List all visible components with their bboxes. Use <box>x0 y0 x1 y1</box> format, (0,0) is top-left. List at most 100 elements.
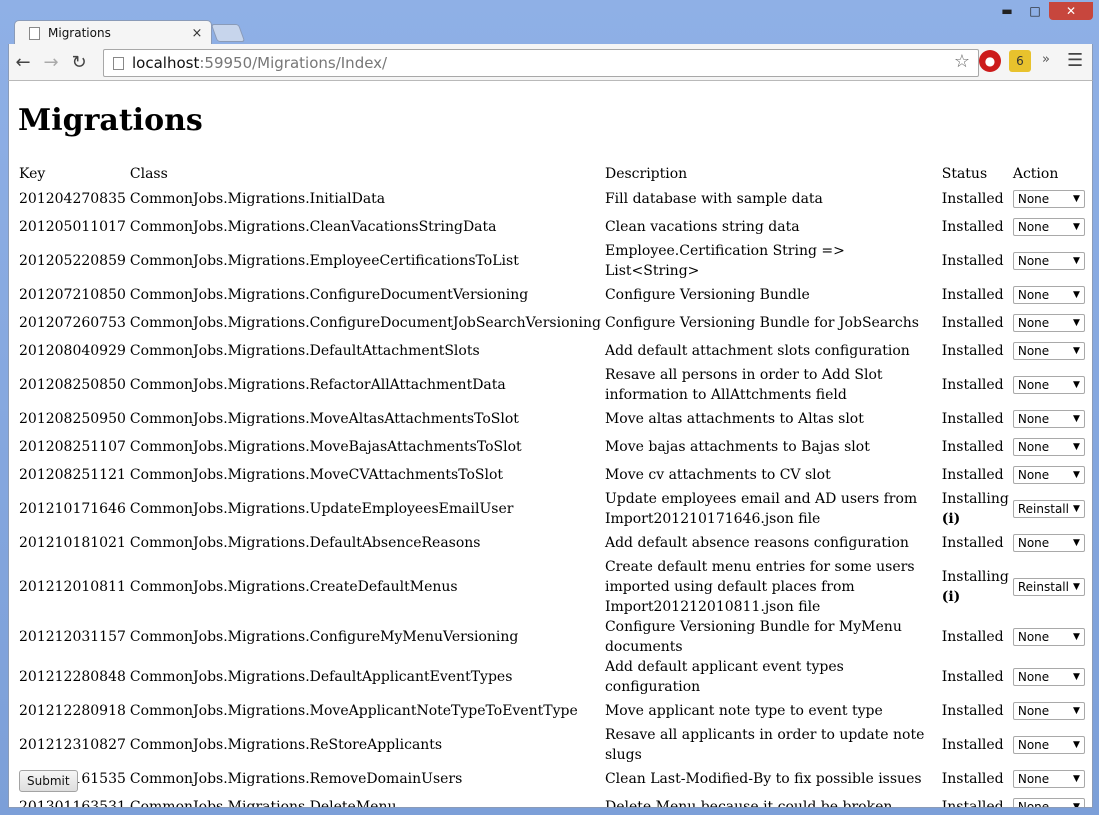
bookmark-star-icon[interactable]: ☆ <box>954 51 970 72</box>
cell-key: 201208250850 <box>19 377 126 393</box>
action-select[interactable]: None ▼ <box>1012 314 1085 332</box>
table-row: 201212280848 CommonJobs.Migrations.Defaul… <box>17 657 1092 697</box>
cell-action: None ▼ <box>1011 309 1092 337</box>
cell-status: Installing (i) <box>940 489 1011 529</box>
cell-key: 201205220859 <box>19 253 126 269</box>
action-select[interactable]: None ▼ <box>1012 534 1085 552</box>
action-select[interactable]: Reinstall ▼ <box>1012 500 1085 518</box>
reload-icon[interactable]: ↻ <box>65 48 93 76</box>
cell-key: 201212031157 <box>19 629 126 645</box>
cell-status: Installed <box>940 697 1011 725</box>
cell-class: CommonJobs.Migrations.EmployeeCertificat… <box>129 253 519 269</box>
action-select[interactable]: None ▼ <box>1012 798 1085 808</box>
close-window-icon[interactable]: ✕ <box>1049 2 1093 20</box>
cell-class: CommonJobs.Migrations.UpdateEmployeesEma… <box>129 501 514 517</box>
action-select[interactable]: None ▼ <box>1012 702 1085 720</box>
action-selected-value: None <box>1017 254 1050 268</box>
action-selected-value: None <box>1017 440 1050 454</box>
action-select[interactable]: None ▼ <box>1012 668 1085 686</box>
minimize-icon[interactable]: ▬ <box>993 2 1021 20</box>
table-row: 201205011017 CommonJobs.Migrations.CleanV… <box>17 213 1092 241</box>
action-selected-value: None <box>1017 630 1050 644</box>
dropdown-arrow-icon: ▼ <box>1072 706 1080 716</box>
cell-description: Configure Versioning Bundle for JobSearc… <box>604 315 919 331</box>
action-select[interactable]: None ▼ <box>1012 770 1085 788</box>
cell-key: 201301163531 <box>19 799 126 808</box>
cell-class: CommonJobs.Migrations.InitialData <box>129 191 386 207</box>
action-select[interactable]: None ▼ <box>1012 376 1085 394</box>
new-tab-button[interactable] <box>210 24 246 42</box>
cell-status: Installed <box>940 185 1011 213</box>
table-row: 201212310827 CommonJobs.Migrations.ReStor… <box>17 725 1092 765</box>
status-text: Installed <box>941 771 1004 787</box>
table-row: 201301163531 CommonJobs.Migrations.Delete… <box>17 793 1092 808</box>
cell-action: None ▼ <box>1011 697 1092 725</box>
tab-migrations[interactable]: Migrations × <box>14 20 212 45</box>
header-status: Status <box>941 166 988 182</box>
action-selected-value: Reinstall <box>1017 580 1069 594</box>
status-text: Installing <box>941 491 1009 507</box>
menu-icon[interactable]: ☰ <box>1067 50 1083 71</box>
cell-description: Resave all persons in order to Add Slot … <box>604 367 883 403</box>
action-select[interactable]: None ▼ <box>1012 190 1085 208</box>
adblock-extension-icon[interactable]: ● <box>979 50 1001 72</box>
tab-close-icon[interactable]: × <box>189 26 205 41</box>
address-bar[interactable]: localhost:59950/Migrations/Index/ ☆ <box>103 49 979 77</box>
tab-title: Migrations <box>48 26 111 40</box>
back-icon[interactable]: ← <box>9 48 37 76</box>
status-text: Installed <box>941 799 1004 808</box>
status-text: Installed <box>941 467 1004 483</box>
dropdown-arrow-icon: ▼ <box>1072 470 1080 480</box>
cell-class: CommonJobs.Migrations.ConfigureMyMenuVer… <box>129 629 519 645</box>
cell-class: CommonJobs.Migrations.MoveBajasAttachmen… <box>129 439 522 455</box>
tab-strip: Migrations × <box>8 20 608 45</box>
status-text: Installed <box>941 629 1004 645</box>
action-select[interactable]: None ▼ <box>1012 466 1085 484</box>
extension-icon[interactable]: 6 <box>1009 50 1031 72</box>
submit-button[interactable]: Submit <box>19 770 78 792</box>
action-select[interactable]: None ▼ <box>1012 628 1085 646</box>
dropdown-arrow-icon: ▼ <box>1072 414 1080 424</box>
action-select[interactable]: None ▼ <box>1012 410 1085 428</box>
dropdown-arrow-icon: ▼ <box>1072 802 1080 808</box>
cell-description: Add default applicant event types config… <box>604 659 844 695</box>
status-text: Installed <box>941 343 1004 359</box>
forward-icon[interactable]: → <box>37 48 65 76</box>
more-extensions-icon[interactable]: » <box>1042 52 1050 67</box>
action-select[interactable]: None ▼ <box>1012 218 1085 236</box>
action-selected-value: None <box>1017 800 1050 808</box>
cell-action: Reinstall ▼ <box>1011 489 1092 529</box>
table-row: 201301161535CommonJobs.Migrations.Remove… <box>17 765 1092 793</box>
cell-description: Fill database with sample data <box>604 191 823 207</box>
cell-status: Installed <box>940 309 1011 337</box>
action-select[interactable]: None ▼ <box>1012 736 1085 754</box>
action-select[interactable]: None ▼ <box>1012 342 1085 360</box>
migrations-table: Key Class Description Status Action 2012… <box>17 163 1092 808</box>
cell-action: None ▼ <box>1011 241 1092 281</box>
action-selected-value: None <box>1017 704 1050 718</box>
action-select[interactable]: None ▼ <box>1012 252 1085 270</box>
cell-key: 201208251107 <box>19 439 126 455</box>
browser-toolbar: ← → ↻ localhost:59950/Migrations/Index/ … <box>8 44 1093 81</box>
cell-description: Move altas attachments to Altas slot <box>604 411 864 427</box>
status-text: Installed <box>941 669 1004 685</box>
extension-badge: 6 <box>1016 54 1024 68</box>
cell-key: 201205011017 <box>19 219 126 235</box>
action-select[interactable]: None ▼ <box>1012 438 1085 456</box>
info-link[interactable]: (i) <box>942 511 961 527</box>
action-select[interactable]: None ▼ <box>1012 286 1085 304</box>
status-text: Installed <box>941 287 1004 303</box>
dropdown-arrow-icon: ▼ <box>1072 740 1080 750</box>
cell-action: None ▼ <box>1011 213 1092 241</box>
maximize-icon[interactable]: □ <box>1021 2 1049 20</box>
action-select[interactable]: Reinstall ▼ <box>1012 578 1085 596</box>
cell-action: None ▼ <box>1011 725 1092 765</box>
status-text: Installed <box>941 411 1004 427</box>
dropdown-arrow-icon: ▼ <box>1072 194 1080 204</box>
cell-description: Employee.Certification String => List<St… <box>604 243 845 279</box>
dropdown-arrow-icon: ▼ <box>1072 380 1080 390</box>
cell-class: CommonJobs.Migrations.ReStoreApplicants <box>129 737 443 753</box>
info-link[interactable]: (i) <box>942 589 961 605</box>
cell-key: 201204270835 <box>19 191 126 207</box>
cell-action: None ▼ <box>1011 405 1092 433</box>
